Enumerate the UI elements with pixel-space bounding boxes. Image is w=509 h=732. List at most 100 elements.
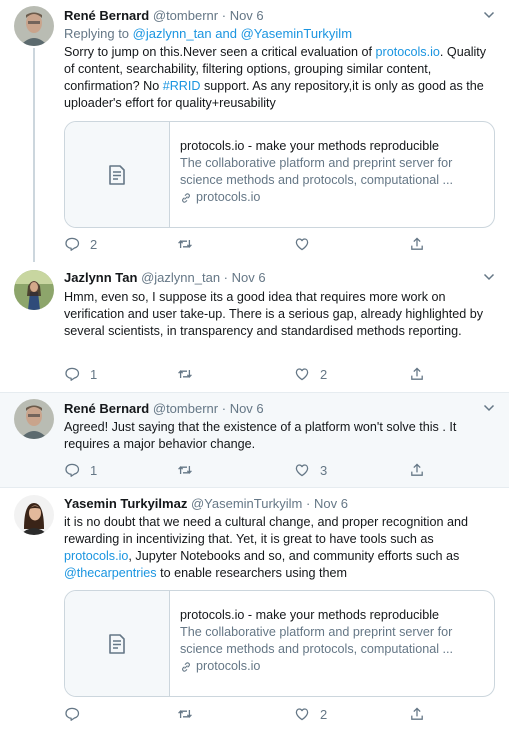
mention-link[interactable]: @jazlynn_tan xyxy=(133,26,212,41)
reply-button[interactable]: 1 xyxy=(64,462,97,478)
card-media xyxy=(65,591,170,696)
retweet-button[interactable] xyxy=(177,706,203,722)
tweet-4[interactable]: Yasemin Turkyilmaz @YaseminTurkyilm · No… xyxy=(0,488,509,732)
text-segment: , Jupyter Notebooks and so, and communit… xyxy=(128,549,460,563)
replying-to-and[interactable]: and xyxy=(215,26,237,41)
like-count: 2 xyxy=(320,366,328,382)
tweet-actions: 2 xyxy=(64,236,444,252)
display-name[interactable]: René Bernard xyxy=(64,401,149,416)
retweet-icon xyxy=(177,236,193,252)
display-name[interactable]: Jazlynn Tan xyxy=(64,270,137,285)
tweet-header: Yasemin Turkyilmaz @YaseminTurkyilm · No… xyxy=(64,496,479,512)
tweet-text: Sorry to jump on this.Never seen a criti… xyxy=(64,44,491,112)
chevron-down-icon[interactable] xyxy=(483,403,495,413)
url-link[interactable]: protocols.io xyxy=(376,45,440,59)
share-icon xyxy=(409,236,425,252)
tweet-header: Jazlynn Tan @jazlynn_tan · Nov 6 xyxy=(64,270,479,286)
retweet-button[interactable] xyxy=(177,366,203,382)
link-icon xyxy=(180,192,192,204)
like-button[interactable]: 3 xyxy=(294,462,327,478)
card-body: protocols.io - make your methods reprodu… xyxy=(180,138,482,206)
reply-icon xyxy=(64,366,80,382)
reply-button[interactable]: 1 xyxy=(64,366,97,382)
card-domain: protocols.io xyxy=(180,189,482,206)
reply-button[interactable]: 2 xyxy=(64,236,97,252)
hashtag-link[interactable]: #RRID xyxy=(163,79,201,93)
card-body: protocols.io - make your methods reprodu… xyxy=(180,607,482,675)
card-title: protocols.io - make your methods reprodu… xyxy=(180,608,439,622)
tweet-date[interactable]: Nov 6 xyxy=(232,270,266,285)
text-segment: it is no doubt that we need a cultural c… xyxy=(64,515,468,546)
reply-button[interactable] xyxy=(64,706,90,722)
like-button[interactable]: 2 xyxy=(294,366,327,382)
link-card[interactable]: protocols.io - make your methods reprodu… xyxy=(64,121,495,228)
link-icon xyxy=(180,661,192,673)
tweet-date[interactable]: Nov 6 xyxy=(230,401,264,416)
reply-icon xyxy=(64,236,80,252)
tweet-actions: 2 xyxy=(64,706,444,722)
link-card[interactable]: protocols.io - make your methods reprodu… xyxy=(64,590,495,697)
like-button[interactable]: 2 xyxy=(294,706,327,722)
card-title: protocols.io - make your methods reprodu… xyxy=(180,139,439,153)
user-handle[interactable]: @tombernr xyxy=(153,8,218,23)
like-button[interactable] xyxy=(294,236,320,252)
tweet-2[interactable]: Jazlynn Tan @jazlynn_tan · Nov 6 Hmm, ev… xyxy=(0,262,509,392)
mention-link[interactable]: @YaseminTurkyilm xyxy=(241,26,352,41)
retweet-icon xyxy=(177,706,193,722)
retweet-icon xyxy=(177,462,193,478)
tweet-3[interactable]: René Bernard @tombernr · Nov 6 Agreed! J… xyxy=(0,392,509,488)
avatar[interactable] xyxy=(14,6,54,46)
share-button[interactable] xyxy=(409,462,425,478)
share-button[interactable] xyxy=(409,366,425,382)
tweet-actions: 1 3 xyxy=(64,462,444,478)
mention-link[interactable]: @thecarpentries xyxy=(64,566,157,580)
card-domain-text: protocols.io xyxy=(196,659,261,673)
user-handle[interactable]: @tombernr xyxy=(153,401,218,416)
display-name[interactable]: Yasemin Turkyilmaz xyxy=(64,496,187,511)
tweet-text: it is no doubt that we need a cultural c… xyxy=(64,514,491,582)
share-icon xyxy=(409,706,425,722)
card-domain-text: protocols.io xyxy=(196,190,261,204)
tweet-date[interactable]: Nov 6 xyxy=(230,8,264,23)
share-icon xyxy=(409,366,425,382)
text-segment: Sorry to jump on this.Never seen a criti… xyxy=(64,45,376,59)
card-media xyxy=(65,122,170,227)
reply-count: 1 xyxy=(90,366,98,382)
tweet-actions: 1 2 xyxy=(64,366,444,382)
card-domain: protocols.io xyxy=(180,658,482,675)
tweet-header: René Bernard @tombernr · Nov 6 xyxy=(64,401,479,417)
avatar[interactable] xyxy=(14,399,54,439)
chevron-down-icon[interactable] xyxy=(483,272,495,282)
share-button[interactable] xyxy=(409,236,425,252)
share-button[interactable] xyxy=(409,706,425,722)
like-count: 2 xyxy=(320,706,328,722)
tweet-date[interactable]: Nov 6 xyxy=(314,496,348,511)
replying-to: Replying to @jazlynn_tan and @YaseminTur… xyxy=(64,26,352,42)
separator-dot: · xyxy=(221,401,227,416)
reply-icon xyxy=(64,706,80,722)
share-icon xyxy=(409,462,425,478)
reply-count: 1 xyxy=(90,462,98,478)
separator-dot: · xyxy=(221,8,227,23)
user-handle[interactable]: @jazlynn_tan xyxy=(141,270,220,285)
document-icon xyxy=(105,163,129,187)
user-handle[interactable]: @YaseminTurkyilm xyxy=(191,496,302,511)
text-segment: to enable researchers using them xyxy=(156,566,348,580)
thread-line xyxy=(33,48,35,262)
display-name[interactable]: René Bernard xyxy=(64,8,149,23)
like-icon xyxy=(294,236,310,252)
card-description: The collaborative platform and preprint … xyxy=(180,625,454,656)
separator-dot: · xyxy=(223,270,229,285)
retweet-button[interactable] xyxy=(177,236,203,252)
url-link[interactable]: protocols.io xyxy=(64,549,128,563)
card-description: The collaborative platform and preprint … xyxy=(180,156,454,187)
retweet-button[interactable] xyxy=(177,462,203,478)
tweet-text: Agreed! Just saying that the existence o… xyxy=(64,420,457,451)
replying-to-label: Replying to xyxy=(64,26,130,41)
avatar[interactable] xyxy=(14,270,54,310)
document-icon xyxy=(105,632,129,656)
separator-dot: · xyxy=(306,496,311,511)
avatar[interactable] xyxy=(14,495,54,535)
tweet-1[interactable]: René Bernard @tombernr · Nov 6 Replying … xyxy=(0,0,509,262)
chevron-down-icon[interactable] xyxy=(483,10,495,20)
